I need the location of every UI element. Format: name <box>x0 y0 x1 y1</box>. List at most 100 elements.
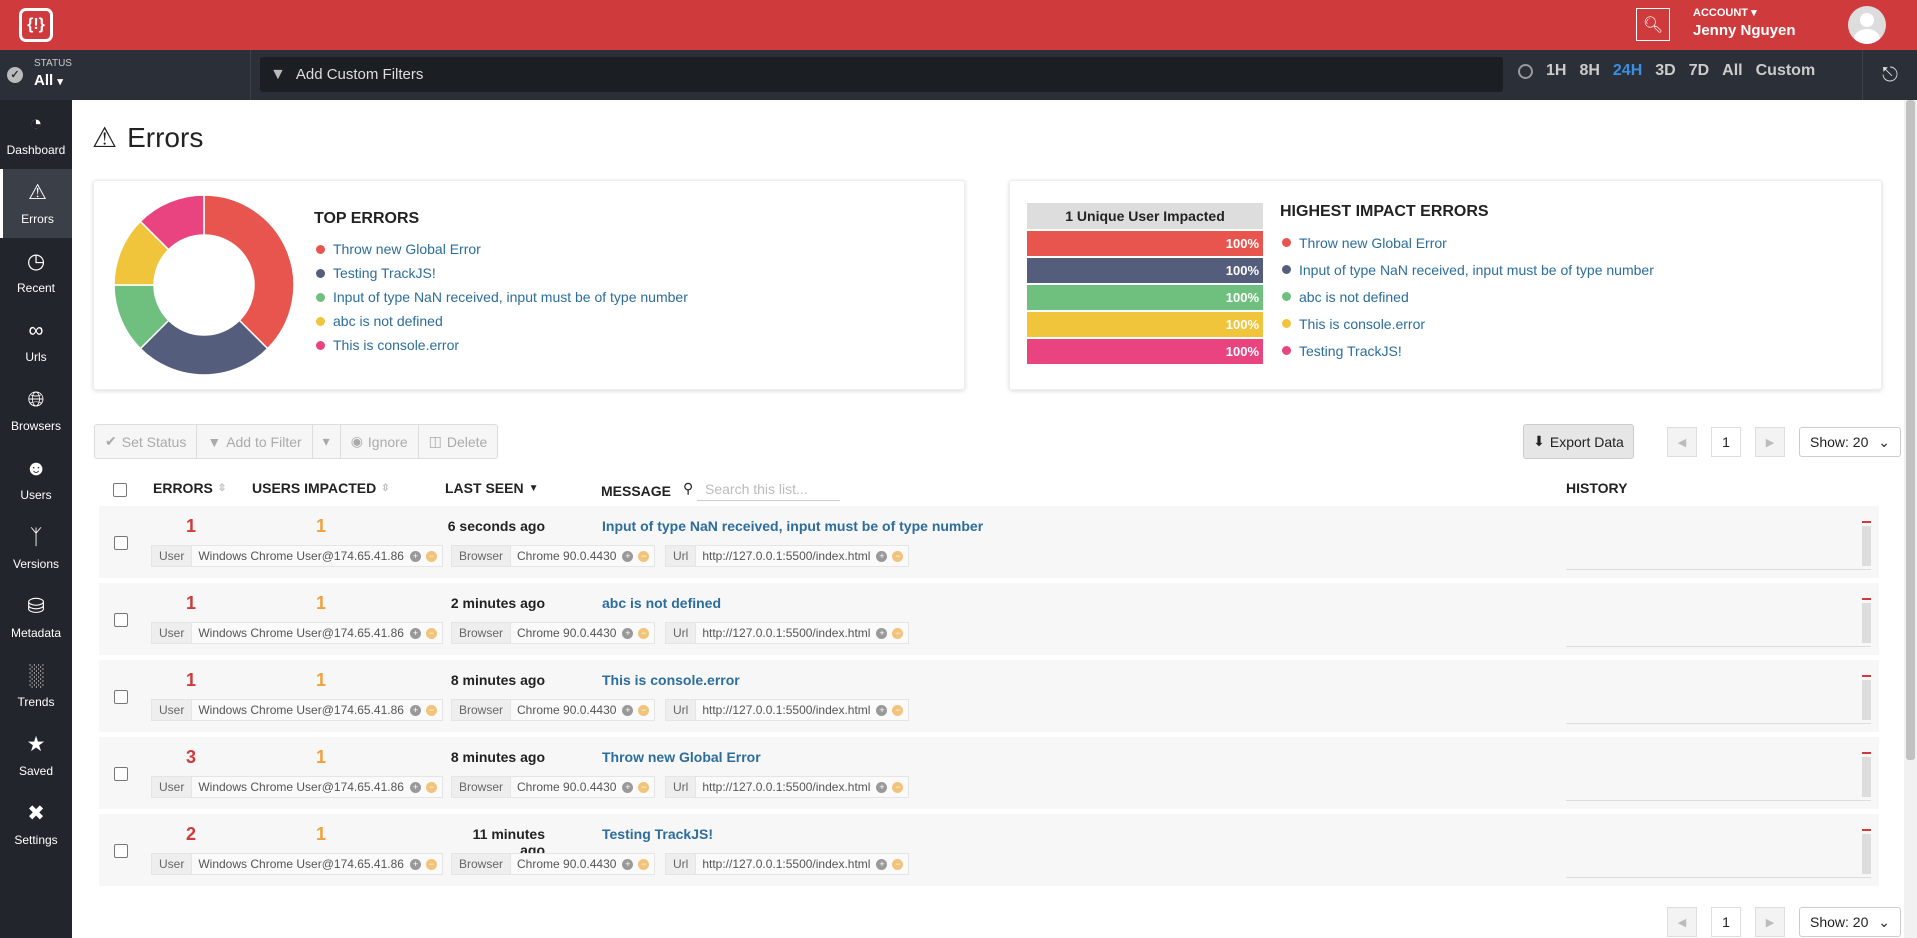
custom-filter-input[interactable]: ▼ Add Custom Filters <box>260 57 1503 92</box>
table-row[interactable]: 2 1 11 minutes ago Testing TrackJS! User Wind… <box>99 814 1879 888</box>
prev-page-button[interactable]: ◀ <box>1667 907 1697 937</box>
add-filter-icon[interactable]: + <box>409 627 421 639</box>
add-to-filter-button[interactable]: ▼ Add to Filter <box>197 425 313 458</box>
add-filter-icon[interactable]: + <box>622 781 634 793</box>
time-range-24h[interactable]: 24H <box>1613 62 1642 80</box>
add-filter-icon[interactable]: + <box>409 858 421 870</box>
time-range-7d[interactable]: 7D <box>1689 62 1709 80</box>
exclude-filter-icon[interactable]: − <box>638 858 650 870</box>
impact-item[interactable]: This is console.error <box>1282 310 1654 337</box>
error-message-link[interactable]: abc is not defined <box>602 595 721 611</box>
sidebar-item-trends[interactable]: ░ Trends <box>0 652 72 721</box>
time-range-all[interactable]: All <box>1722 62 1742 80</box>
error-message-link[interactable]: Throw new Global Error <box>602 749 761 765</box>
impact-item[interactable]: abc is not defined <box>1282 283 1654 310</box>
page-size-select[interactable]: Show: 20 ⌄ <box>1799 427 1901 457</box>
exclude-filter-icon[interactable]: − <box>638 781 650 793</box>
top-error-item[interactable]: Throw new Global Error <box>316 237 688 261</box>
exclude-filter-icon[interactable]: − <box>638 704 650 716</box>
add-filter-icon[interactable]: + <box>622 858 634 870</box>
row-checkbox[interactable] <box>114 844 128 858</box>
top-error-item[interactable]: Input of type NaN received, input must b… <box>316 285 688 309</box>
exclude-filter-icon[interactable]: − <box>638 627 650 639</box>
time-range-1h[interactable]: 1H <box>1546 62 1566 80</box>
time-range-custom[interactable]: Custom <box>1756 62 1816 80</box>
add-filter-icon[interactable]: + <box>409 704 421 716</box>
add-filter-icon[interactable]: + <box>876 781 888 793</box>
search-list-input[interactable]: Search this list... <box>697 478 840 501</box>
delete-button[interactable]: ◫ Delete <box>419 425 498 458</box>
sidebar-item-dashboard[interactable]: ◔ Dashboard <box>0 100 72 169</box>
add-filter-icon[interactable]: + <box>409 781 421 793</box>
row-checkbox[interactable] <box>114 690 128 704</box>
add-filter-icon[interactable]: + <box>622 627 634 639</box>
sidebar-item-browsers[interactable]: 🌐︎ Browsers <box>0 376 72 445</box>
exclude-filter-icon[interactable]: − <box>425 704 437 716</box>
row-checkbox[interactable] <box>114 613 128 627</box>
exclude-filter-icon[interactable]: − <box>425 550 437 562</box>
next-page-button[interactable]: ▶ <box>1755 427 1785 457</box>
add-to-filter-dropdown[interactable]: ▾ <box>313 425 341 458</box>
top-error-item[interactable]: This is console.error <box>316 333 688 357</box>
row-checkbox[interactable] <box>114 767 128 781</box>
page-size-select[interactable]: Show: 20 ⌄ <box>1799 907 1901 937</box>
add-filter-icon[interactable]: + <box>876 704 888 716</box>
sidebar-item-versions[interactable]: ᛉ Versions <box>0 514 72 583</box>
exclude-filter-icon[interactable]: − <box>425 627 437 639</box>
impact-item[interactable]: Input of type NaN received, input must b… <box>1282 256 1654 283</box>
app-logo[interactable]: {!} <box>0 0 72 50</box>
add-filter-icon[interactable]: + <box>622 704 634 716</box>
add-filter-icon[interactable]: + <box>409 550 421 562</box>
account-menu[interactable]: ACCOUNT ▾ Jenny Nguyen <box>1693 6 1796 39</box>
avatar[interactable] <box>1848 6 1886 44</box>
next-page-button[interactable]: ▶ <box>1755 907 1785 937</box>
status-selector[interactable]: ✓ STATUS All ▾ <box>0 50 251 100</box>
top-error-item[interactable]: abc is not defined <box>316 309 688 333</box>
ignore-button[interactable]: ◉ Ignore <box>341 425 419 458</box>
scrollbar[interactable] <box>1904 100 1917 938</box>
column-last-seen[interactable]: LAST SEEN ▼ <box>445 480 538 496</box>
sidebar-item-urls[interactable]: ∞ Urls <box>0 307 72 376</box>
select-all-checkbox[interactable] <box>113 483 127 497</box>
scrollbar-thumb[interactable] <box>1906 100 1915 760</box>
current-page[interactable]: 1 <box>1711 907 1741 937</box>
exclude-filter-icon[interactable]: − <box>892 858 904 870</box>
export-data-button[interactable]: ⬇ Export Data <box>1523 424 1634 459</box>
exclude-filter-icon[interactable]: − <box>425 781 437 793</box>
set-status-button[interactable]: ✔ Set Status <box>95 425 198 458</box>
impact-item[interactable]: Testing TrackJS! <box>1282 337 1654 364</box>
exclude-filter-icon[interactable]: − <box>425 858 437 870</box>
row-checkbox[interactable] <box>114 536 128 550</box>
add-filter-icon[interactable]: + <box>876 858 888 870</box>
error-message-link[interactable]: This is console.error <box>602 672 740 688</box>
table-row[interactable]: 1 1 6 seconds ago Input of type NaN receive… <box>99 506 1879 580</box>
search-button[interactable]: 🔍︎ <box>1636 8 1670 41</box>
column-users-impacted[interactable]: USERS IMPACTED ⇳ <box>252 480 390 496</box>
sidebar-item-settings[interactable]: ✖ Settings <box>0 790 72 859</box>
top-error-item[interactable]: Testing TrackJS! <box>316 261 688 285</box>
table-row[interactable]: 1 1 2 minutes ago abc is not defined User Win… <box>99 583 1879 657</box>
time-range-3d[interactable]: 3D <box>1655 62 1675 80</box>
exclude-filter-icon[interactable]: − <box>892 550 904 562</box>
time-range-8h[interactable]: 8H <box>1579 62 1599 80</box>
sidebar-item-metadata[interactable]: ⛁ Metadata <box>0 583 72 652</box>
error-message-link[interactable]: Testing TrackJS! <box>602 826 713 842</box>
column-errors[interactable]: ERRORS ⇳ <box>153 480 226 496</box>
sidebar-item-recent[interactable]: ◷ Recent <box>0 238 72 307</box>
donut-slice[interactable] <box>203 194 295 350</box>
sidebar-item-users[interactable]: ☻ Users <box>0 445 72 514</box>
exclude-filter-icon[interactable]: − <box>892 781 904 793</box>
current-page[interactable]: 1 <box>1711 427 1741 457</box>
share-button[interactable]: ⎋ <box>1862 50 1917 100</box>
exclude-filter-icon[interactable]: − <box>892 627 904 639</box>
prev-page-button[interactable]: ◀ <box>1667 427 1697 457</box>
impact-item[interactable]: Throw new Global Error <box>1282 229 1654 256</box>
add-filter-icon[interactable]: + <box>876 550 888 562</box>
table-row[interactable]: 3 1 8 minutes ago Throw new Global Error Use… <box>99 737 1879 811</box>
exclude-filter-icon[interactable]: − <box>638 550 650 562</box>
sidebar-item-saved[interactable]: ★ Saved <box>0 721 72 790</box>
add-filter-icon[interactable]: + <box>622 550 634 562</box>
add-filter-icon[interactable]: + <box>876 627 888 639</box>
error-message-link[interactable]: Input of type NaN received, input must b… <box>602 518 983 534</box>
sidebar-item-errors[interactable]: ⚠ Errors <box>0 169 72 238</box>
